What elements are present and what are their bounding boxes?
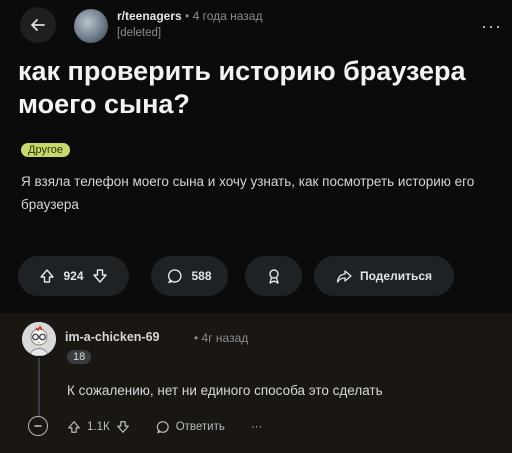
subreddit-avatar[interactable] [74,9,108,43]
reply-button[interactable]: Ответить [156,420,225,434]
upvote-icon [68,421,80,433]
meta-separator: • [185,9,190,23]
reply-label: Ответить [175,421,225,433]
comment-upvote-button[interactable] [67,420,81,434]
post-meta: r/teenagers • 4 года назад [117,9,262,23]
comment-icon [168,269,183,284]
post-body: Я взяла телефон моего сына и хочу узнать… [21,174,475,212]
post-author: [deleted] [117,27,162,39]
comment-meta-separator: • [194,331,199,345]
comment-time-value: 4г назад [201,331,249,345]
back-button[interactable] [20,7,56,43]
comment-actions: 1.1К Ответить ··· [67,420,262,434]
comment-more-icon[interactable]: ··· [251,421,263,433]
upvote-icon [40,269,55,283]
comment-author[interactable]: im-a-chicken-69 [65,330,159,344]
collapse-button[interactable] [28,416,48,436]
comment-vote-count: 1.1К [87,421,110,433]
comment-downvote-button[interactable] [116,420,130,434]
comment-icon [156,421,169,434]
share-button[interactable]: Поделиться [314,256,454,296]
post-time: 4 года назад [192,9,263,23]
comments-button[interactable]: 588 [151,256,228,296]
downvote-button[interactable] [92,268,108,284]
collapse-icon [34,425,42,427]
subreddit-name[interactable]: r/teenagers [117,9,182,23]
award-button[interactable] [245,256,302,296]
vote-count: 924 [63,269,84,283]
downvote-icon [92,269,107,283]
back-arrow-icon [31,19,45,31]
comment-count: 588 [191,269,212,283]
user-flair-badge: 18 [67,350,92,364]
downvote-icon [116,421,129,433]
commenter-avatar-image [22,322,56,356]
award-icon [268,269,279,284]
post-flair[interactable]: Другое [21,143,70,157]
comment-text: К сожалению, нет ни единого способа это … [67,383,383,398]
more-icon[interactable]: ··· [481,16,502,37]
post-title: как проверить историю браузера моего сын… [18,56,466,119]
comment-time: • 4г назад [194,331,248,345]
share-label: Поделиться [359,269,433,283]
vote-bar: 924 [18,256,129,296]
upvote-button[interactable] [39,268,55,284]
post-screen: r/teenagers • 4 года назад [deleted] ···… [0,0,512,453]
share-icon [336,270,352,283]
avatar[interactable] [22,322,56,356]
thread-line[interactable] [38,358,40,416]
